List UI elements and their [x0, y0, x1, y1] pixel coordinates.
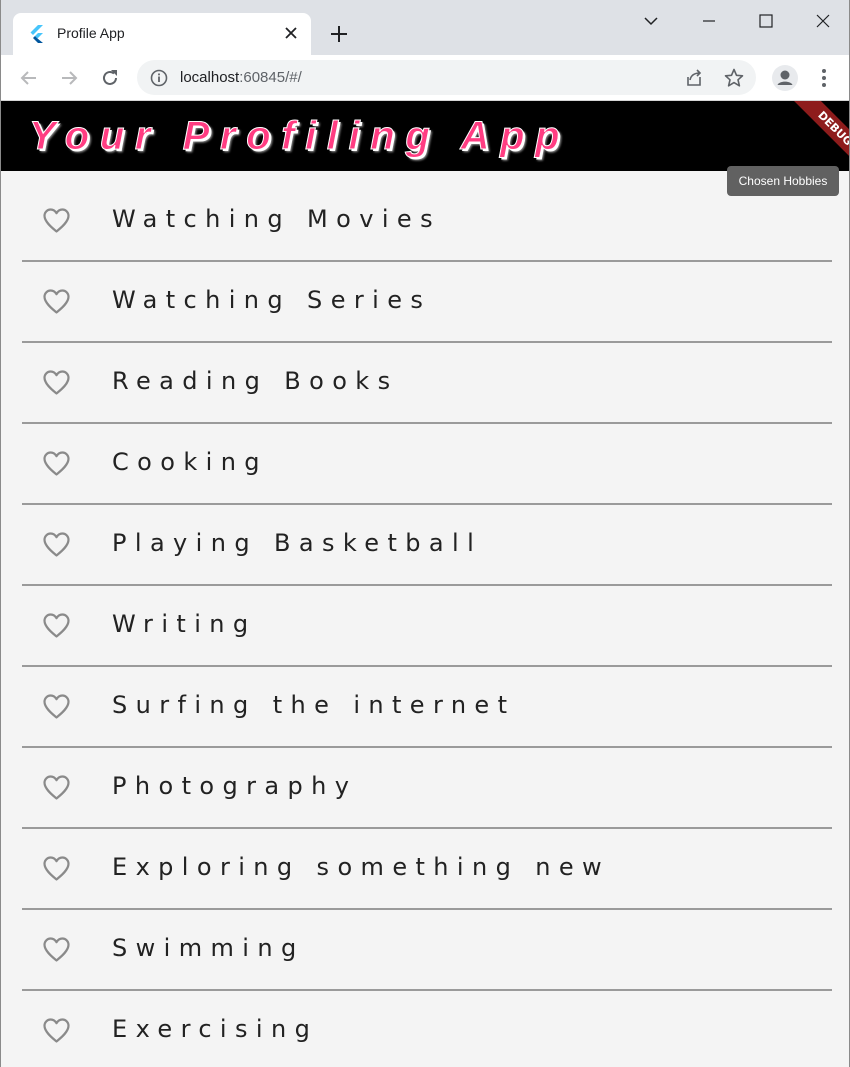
tab-title: Profile App	[57, 25, 125, 41]
tab-search-chevron-icon[interactable]	[640, 10, 662, 32]
profile-avatar-icon[interactable]	[771, 64, 799, 92]
browser-window: Profile App localhost:60845/#/ Your Prof…	[0, 0, 850, 1067]
address-bar[interactable]: localhost:60845/#/	[137, 60, 756, 95]
heart-outline-icon[interactable]	[42, 450, 71, 477]
url-host: localhost	[180, 69, 240, 86]
app-title: Your Profiling App	[28, 114, 571, 159]
heart-outline-icon[interactable]	[42, 531, 71, 558]
hobby-list-item[interactable]: Exploring something new	[22, 829, 832, 910]
hobby-list-item[interactable]: Reading Books	[22, 343, 832, 424]
hobby-label: Playing Basketball	[112, 529, 483, 557]
hobby-label: Swimming	[112, 934, 305, 962]
forward-arrow-icon[interactable]	[57, 66, 81, 90]
kebab-menu-icon[interactable]	[812, 66, 836, 90]
reload-icon[interactable]	[98, 66, 122, 90]
hobby-list-item[interactable]: Writing	[22, 586, 832, 667]
hobby-label: Exploring something new	[112, 853, 611, 881]
hobby-label: Photography	[112, 772, 358, 800]
close-tab-icon[interactable]	[281, 23, 301, 43]
url-text: localhost:60845/#/	[180, 69, 302, 86]
close-window-icon[interactable]	[812, 10, 834, 32]
url-path: :60845/#/	[239, 69, 302, 86]
hobby-label: Cooking	[112, 448, 268, 476]
bookmark-star-icon[interactable]	[722, 66, 746, 90]
heart-outline-icon[interactable]	[42, 774, 71, 801]
hobby-list-item[interactable]: Photography	[22, 748, 832, 829]
hobby-label: Watching Series	[112, 286, 432, 314]
browser-toolbar: localhost:60845/#/	[1, 55, 849, 101]
hobby-list-item[interactable]: Watching Series	[22, 262, 832, 343]
hobby-list-item[interactable]: Watching Movies	[22, 181, 832, 262]
heart-outline-icon[interactable]	[42, 936, 71, 963]
flutter-logo-icon	[30, 25, 43, 43]
hobby-label: Surfing the internet	[112, 691, 516, 719]
heart-outline-icon[interactable]	[42, 288, 71, 315]
tab-strip: Profile App	[1, 0, 849, 55]
minimize-icon[interactable]	[698, 10, 720, 32]
new-tab-plus-icon[interactable]	[327, 22, 351, 46]
share-icon[interactable]	[682, 66, 706, 90]
scrollbar-track[interactable]	[839, 171, 849, 1067]
debug-banner: DEBUG	[765, 101, 849, 171]
hobby-list: Watching Movies Watching Series Reading Bo…	[22, 181, 832, 1067]
heart-outline-icon[interactable]	[42, 207, 71, 234]
back-arrow-icon[interactable]	[17, 66, 41, 90]
maximize-icon[interactable]	[755, 10, 777, 32]
app-bar: Your Profiling App	[1, 101, 849, 171]
debug-label: DEBUG	[785, 101, 849, 171]
hobby-label: Exercising	[112, 1015, 319, 1043]
heart-outline-icon[interactable]	[42, 693, 71, 720]
tab-profile-app[interactable]: Profile App	[13, 13, 311, 55]
hobby-label: Writing	[112, 610, 257, 638]
heart-outline-icon[interactable]	[42, 369, 71, 396]
heart-outline-icon[interactable]	[42, 855, 71, 882]
hobby-list-item[interactable]: Cooking	[22, 424, 832, 505]
hobby-list-item[interactable]: Playing Basketball	[22, 505, 832, 586]
hobby-label: Reading Books	[112, 367, 399, 395]
hobby-label: Watching Movies	[112, 205, 441, 233]
site-info-icon[interactable]	[149, 68, 169, 88]
heart-outline-icon[interactable]	[42, 612, 71, 639]
hobby-list-item[interactable]: Swimming	[22, 910, 832, 991]
hobby-list-item[interactable]: Exercising	[22, 991, 832, 1067]
hobby-list-item[interactable]: Surfing the internet	[22, 667, 832, 748]
heart-outline-icon[interactable]	[42, 1017, 71, 1044]
